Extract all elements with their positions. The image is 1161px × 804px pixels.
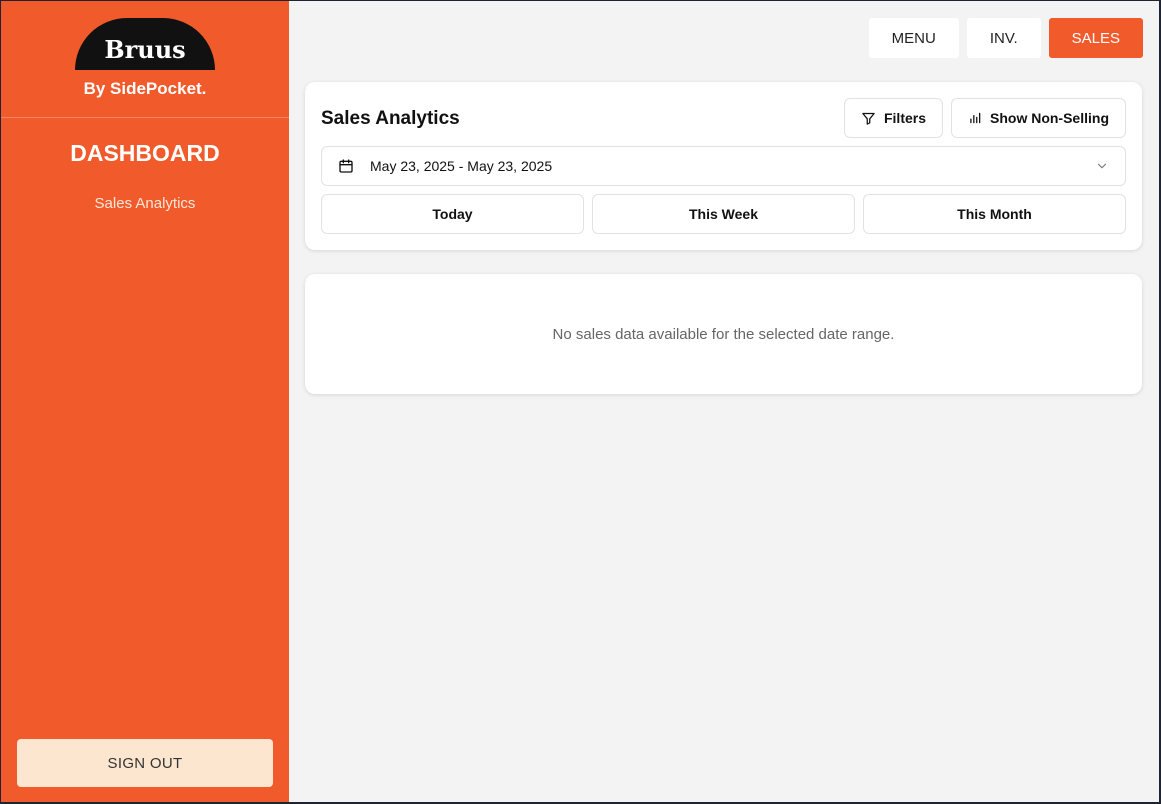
sidebar-item-sales-analytics[interactable]: Sales Analytics <box>1 195 289 212</box>
toolbar: Filters Show Non-Selling <box>843 98 1126 138</box>
nav-inventory-button[interactable]: INV. <box>966 18 1041 58</box>
filter-icon <box>861 111 876 126</box>
nav-menu-button[interactable]: MENU <box>868 18 959 58</box>
bar-chart-icon <box>968 111 982 125</box>
sidebar: Bruus By SidePocket. DASHBOARD Sales Ana… <box>1 1 289 802</box>
range-today-button[interactable]: Today <box>321 194 584 234</box>
sidebar-section-title: DASHBOARD <box>70 140 220 166</box>
show-non-selling-button[interactable]: Show Non-Selling <box>951 98 1126 138</box>
sign-out-button[interactable]: SIGN OUT <box>17 739 273 787</box>
brand-header: Bruus By SidePocket. <box>1 1 289 118</box>
results-card: No sales data available for the selected… <box>305 274 1142 394</box>
brand-tagline: By SidePocket. <box>83 79 207 98</box>
main-content: MENU INV. SALES Sales Analytics Filters … <box>289 1 1159 802</box>
quick-range-buttons: Today This Week This Month <box>321 194 1126 234</box>
brand-name: Bruus <box>104 34 186 64</box>
filters-label: Filters <box>883 110 926 126</box>
date-range-select[interactable]: May 23, 2025 - May 23, 2025 <box>321 146 1126 186</box>
range-this-week-button[interactable]: This Week <box>592 194 855 234</box>
page-title: Sales Analytics <box>321 108 460 129</box>
date-range-value: May 23, 2025 - May 23, 2025 <box>370 158 553 174</box>
top-nav: MENU INV. SALES <box>868 18 1143 58</box>
range-this-month-button[interactable]: This Month <box>863 194 1126 234</box>
show-non-selling-label: Show Non-Selling <box>990 110 1109 126</box>
empty-state-message: No sales data available for the selected… <box>552 325 895 343</box>
chevron-down-icon <box>1095 159 1109 173</box>
nav-sales-button[interactable]: SALES <box>1048 18 1143 58</box>
calendar-icon <box>338 158 354 174</box>
app-window: Bruus By SidePocket. DASHBOARD Sales Ana… <box>1 1 1159 802</box>
analytics-controls-card: Sales Analytics Filters Show Non-Selling <box>305 82 1142 250</box>
filters-button[interactable]: Filters <box>843 98 943 138</box>
brand-logo: Bruus <box>75 18 215 70</box>
